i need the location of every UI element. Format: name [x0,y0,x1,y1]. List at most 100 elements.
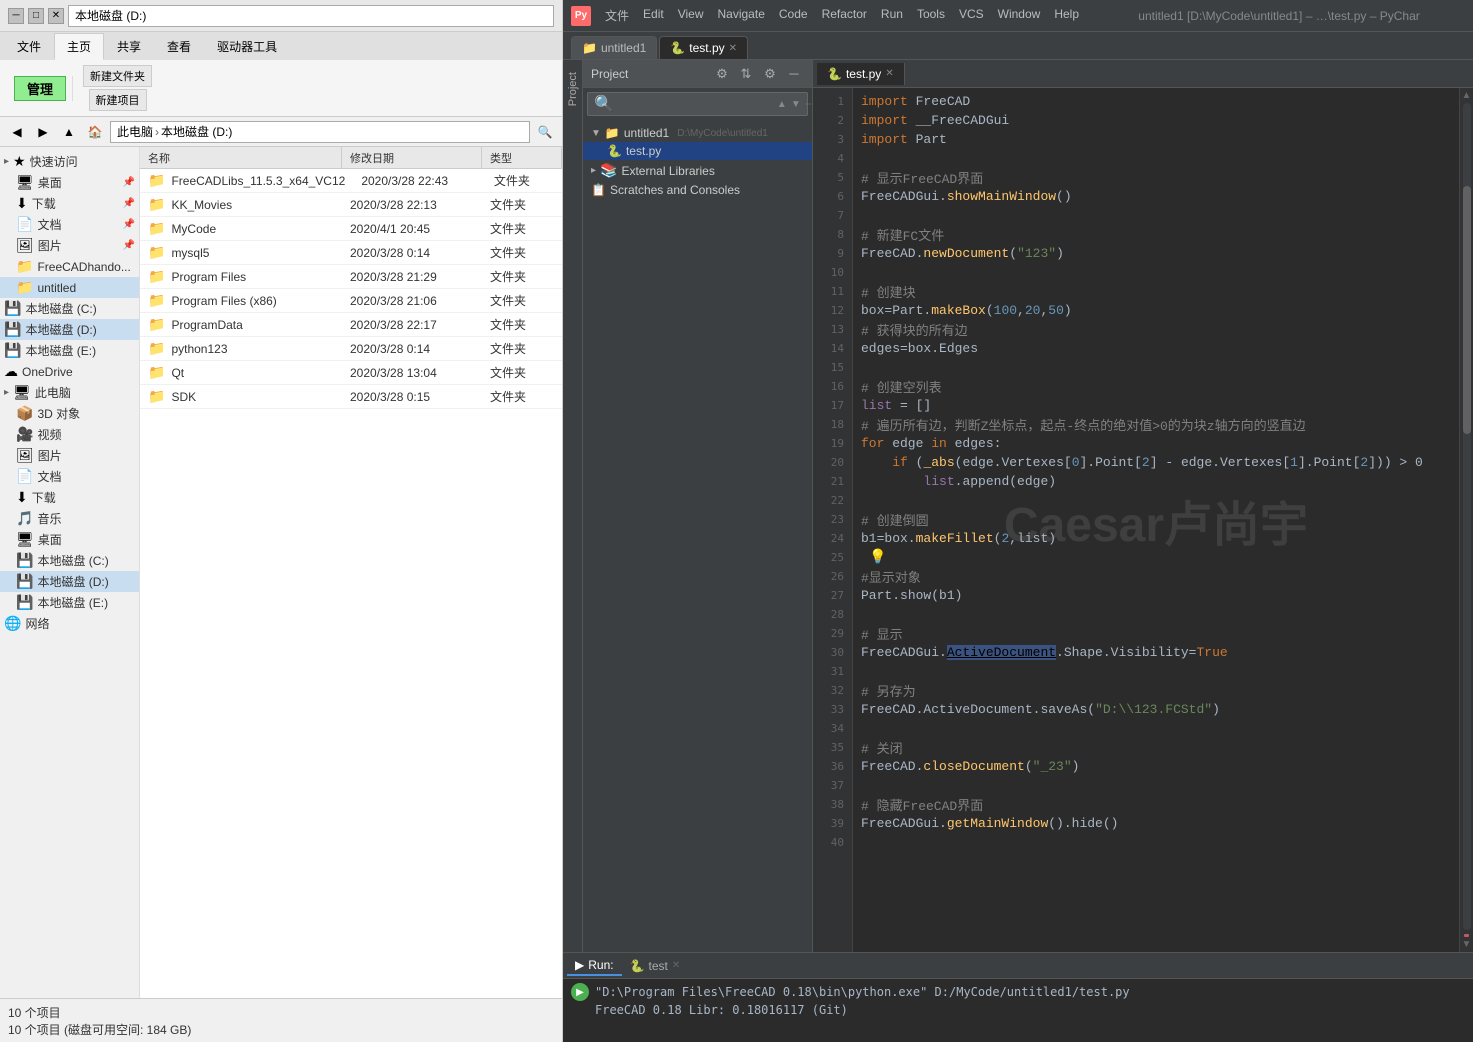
proj-item-external-libs[interactable]: ▸ 📚 External Libraries [583,160,812,181]
menu-refactor[interactable]: Refactor [816,5,873,26]
project-settings-btn[interactable]: ⚙ [712,64,732,84]
code-content[interactable]: Caesar卢尚宇 import FreeCADimport __FreeCAD… [853,88,1459,952]
project-gear-btn[interactable]: ⚙ [760,64,780,84]
file-row[interactable]: 📁 FreeCADLibs_11.5.3_x64_VC12 2020/3/28 … [140,169,562,193]
sidebar-item-3d[interactable]: 📦 3D 对象 [0,403,139,424]
search-up-icon[interactable]: ▲ [777,99,787,110]
proj-item-scratches[interactable]: 📋 Scratches and Consoles [583,181,812,199]
up-button[interactable]: ▲ [58,121,80,143]
file-row[interactable]: 📁 mysql5 2020/3/28 0:14 文件夹 [140,241,562,265]
menu-edit[interactable]: Edit [637,5,670,26]
file-row[interactable]: 📁 SDK 2020/3/28 0:15 文件夹 [140,385,562,409]
scroll-thumb[interactable] [1463,186,1471,434]
sidebar-item-docs[interactable]: 📄 文档 📌 [0,214,139,235]
file-row[interactable]: 📁 KK_Movies 2020/3/28 22:13 文件夹 [140,193,562,217]
search-button[interactable]: 🔍 [534,121,556,143]
sidebar-item-drive-d[interactable]: 💾 本地磁盘 (D:) [0,319,139,340]
menu-navigate[interactable]: Navigate [712,5,771,26]
run-tab-test[interactable]: 🐍 test ✕ [622,957,689,975]
sidebar-item-e2[interactable]: 💾 本地磁盘 (E:) [0,592,139,613]
menu-file[interactable]: 文件 [599,5,635,26]
ribbon-tab-file[interactable]: 文件 [4,33,54,60]
ide-tab-testpy[interactable]: 🐍 test.py ✕ [659,36,748,59]
sidebar-item-downloads[interactable]: ⬇ 下载 📌 [0,193,139,214]
search-down-icon[interactable]: ▼ [791,99,801,110]
address-bar[interactable]: 此电脑 › 本地磁盘 (D:) [110,121,530,143]
sidebar-item-video[interactable]: 🎥 视频 [0,424,139,445]
project-vertical-label[interactable]: Project [565,64,581,114]
sidebar-item-dl2[interactable]: ⬇ 下载 [0,487,139,508]
sidebar-item-pics2[interactable]: 🖼 图片 [0,445,139,466]
menu-code[interactable]: Code [773,5,814,26]
ribbon-tab-view[interactable]: 查看 [154,33,204,60]
sidebar-item-desktop2[interactable]: 🖥 桌面 [0,529,139,550]
scroll-up-arrow[interactable]: ▲ [1462,90,1472,101]
sidebar-item-quick-access[interactable]: ▸ ★ 快速访问 [0,151,139,172]
ide-tab-untitled[interactable]: 📁 untitled1 [571,36,657,59]
quick-access-btn[interactable]: ─ [8,8,24,24]
sidebar-item-c2[interactable]: 💾 本地磁盘 (C:) [0,550,139,571]
ribbon-tab-home[interactable]: 主页 [54,33,104,60]
sidebar-item-untitled[interactable]: 📁 untitled [0,277,139,298]
col-name[interactable]: 名称 [140,147,342,168]
sidebar-item-network[interactable]: 🌐 网络 [0,613,139,634]
ribbon-manage-btn[interactable]: 管理 [14,76,66,101]
file-row[interactable]: 📁 ProgramData 2020/3/28 22:17 文件夹 [140,313,562,337]
menu-help[interactable]: Help [1048,5,1085,26]
editor-tab-testpy[interactable]: 🐍 test.py ✕ [817,63,905,85]
menu-run[interactable]: Run [875,5,909,26]
menu-window[interactable]: Window [992,5,1047,26]
ribbon-tab-drive[interactable]: 驱动器工具 [204,33,290,60]
file-row[interactable]: 📁 python123 2020/3/28 0:14 文件夹 [140,337,562,361]
pin-icon4: 📌 [123,240,135,251]
menu-view[interactable]: View [672,5,710,26]
restore-btn[interactable]: □ [28,8,44,24]
close-btn-fe[interactable]: ✕ [48,8,64,24]
menu-vcs[interactable]: VCS [953,5,990,26]
ribbon-new-folder-btn[interactable]: 新建文件夹 [83,65,152,87]
sidebar-item-d2[interactable]: 💾 本地磁盘 (D:) [0,571,139,592]
project-minimize-btn[interactable]: ─ [784,64,804,84]
menu-tools[interactable]: Tools [911,5,951,26]
file-row[interactable]: 📁 Program Files (x86) 2020/3/28 21:06 文件… [140,289,562,313]
col-type[interactable]: 类型 [482,147,562,168]
ribbon-tab-share[interactable]: 共享 [104,33,154,60]
col-date[interactable]: 修改日期 [342,147,482,168]
project-sort-btn[interactable]: ⇅ [736,64,756,84]
sidebar-item-thispc[interactable]: ▸ 🖥 此电脑 [0,382,139,403]
sidebar-item-pics[interactable]: 🖼 图片 📌 [0,235,139,256]
run-tab-bar: ▶ Run: 🐍 test ✕ [563,953,1473,979]
run-play-button[interactable]: ▶ [571,983,589,1001]
file-row[interactable]: 📁 Program Files 2020/3/28 21:29 文件夹 [140,265,562,289]
tab-close-icon[interactable]: ✕ [729,43,737,54]
proj-item-testpy[interactable]: 🐍 test.py [583,142,812,160]
project-search-input[interactable] [618,97,773,111]
file-row[interactable]: 📁 Qt 2020/3/28 13:04 文件夹 [140,361,562,385]
sidebar-item-drive-c[interactable]: 💾 本地磁盘 (C:) [0,298,139,319]
sidebar-item-music[interactable]: 🎵 音乐 [0,508,139,529]
proj-item-untitled[interactable]: ▼ 📁 untitled1 D:\MyCode\untitled1 [583,124,812,142]
bulb-icon[interactable]: 💡 [869,549,886,566]
file-name: Program Files (x86) [171,294,276,308]
editor-tab-close-icon[interactable]: ✕ [885,68,893,79]
proj-scratches-label: Scratches and Consoles [610,183,740,197]
forward-button[interactable]: ▶ [32,121,54,143]
scroll-down-arrow[interactable]: ▼ [1462,939,1472,950]
ribbon-new-item-btn[interactable]: 新建项目 [89,89,147,111]
run-test-close[interactable]: ✕ [672,960,680,971]
file-type: 文件夹 [482,388,562,405]
sidebar-item-onedrive[interactable]: ☁ OneDrive [0,361,139,382]
home-button[interactable]: 🏠 [84,121,106,143]
pics-icon: 🖼 [16,237,34,254]
run-tab-label: Run: [588,958,613,972]
sidebar-item-docs2[interactable]: 📄 文档 [0,466,139,487]
file-row[interactable]: 📁 MyCode 2020/4/1 20:45 文件夹 [140,217,562,241]
scroll-track[interactable] [1463,103,1471,930]
back-button[interactable]: ◀ [6,121,28,143]
sidebar-item-freecad[interactable]: 📁 FreeCADhando... [0,256,139,277]
sidebar-item-drive-e[interactable]: 💾 本地磁盘 (E:) [0,340,139,361]
code-line: FreeCADGui.showMainWindow() [853,187,1459,206]
run-tab-run[interactable]: ▶ Run: [567,956,622,976]
code-line [853,776,1459,795]
sidebar-item-desktop[interactable]: 🖥 桌面 📌 [0,172,139,193]
